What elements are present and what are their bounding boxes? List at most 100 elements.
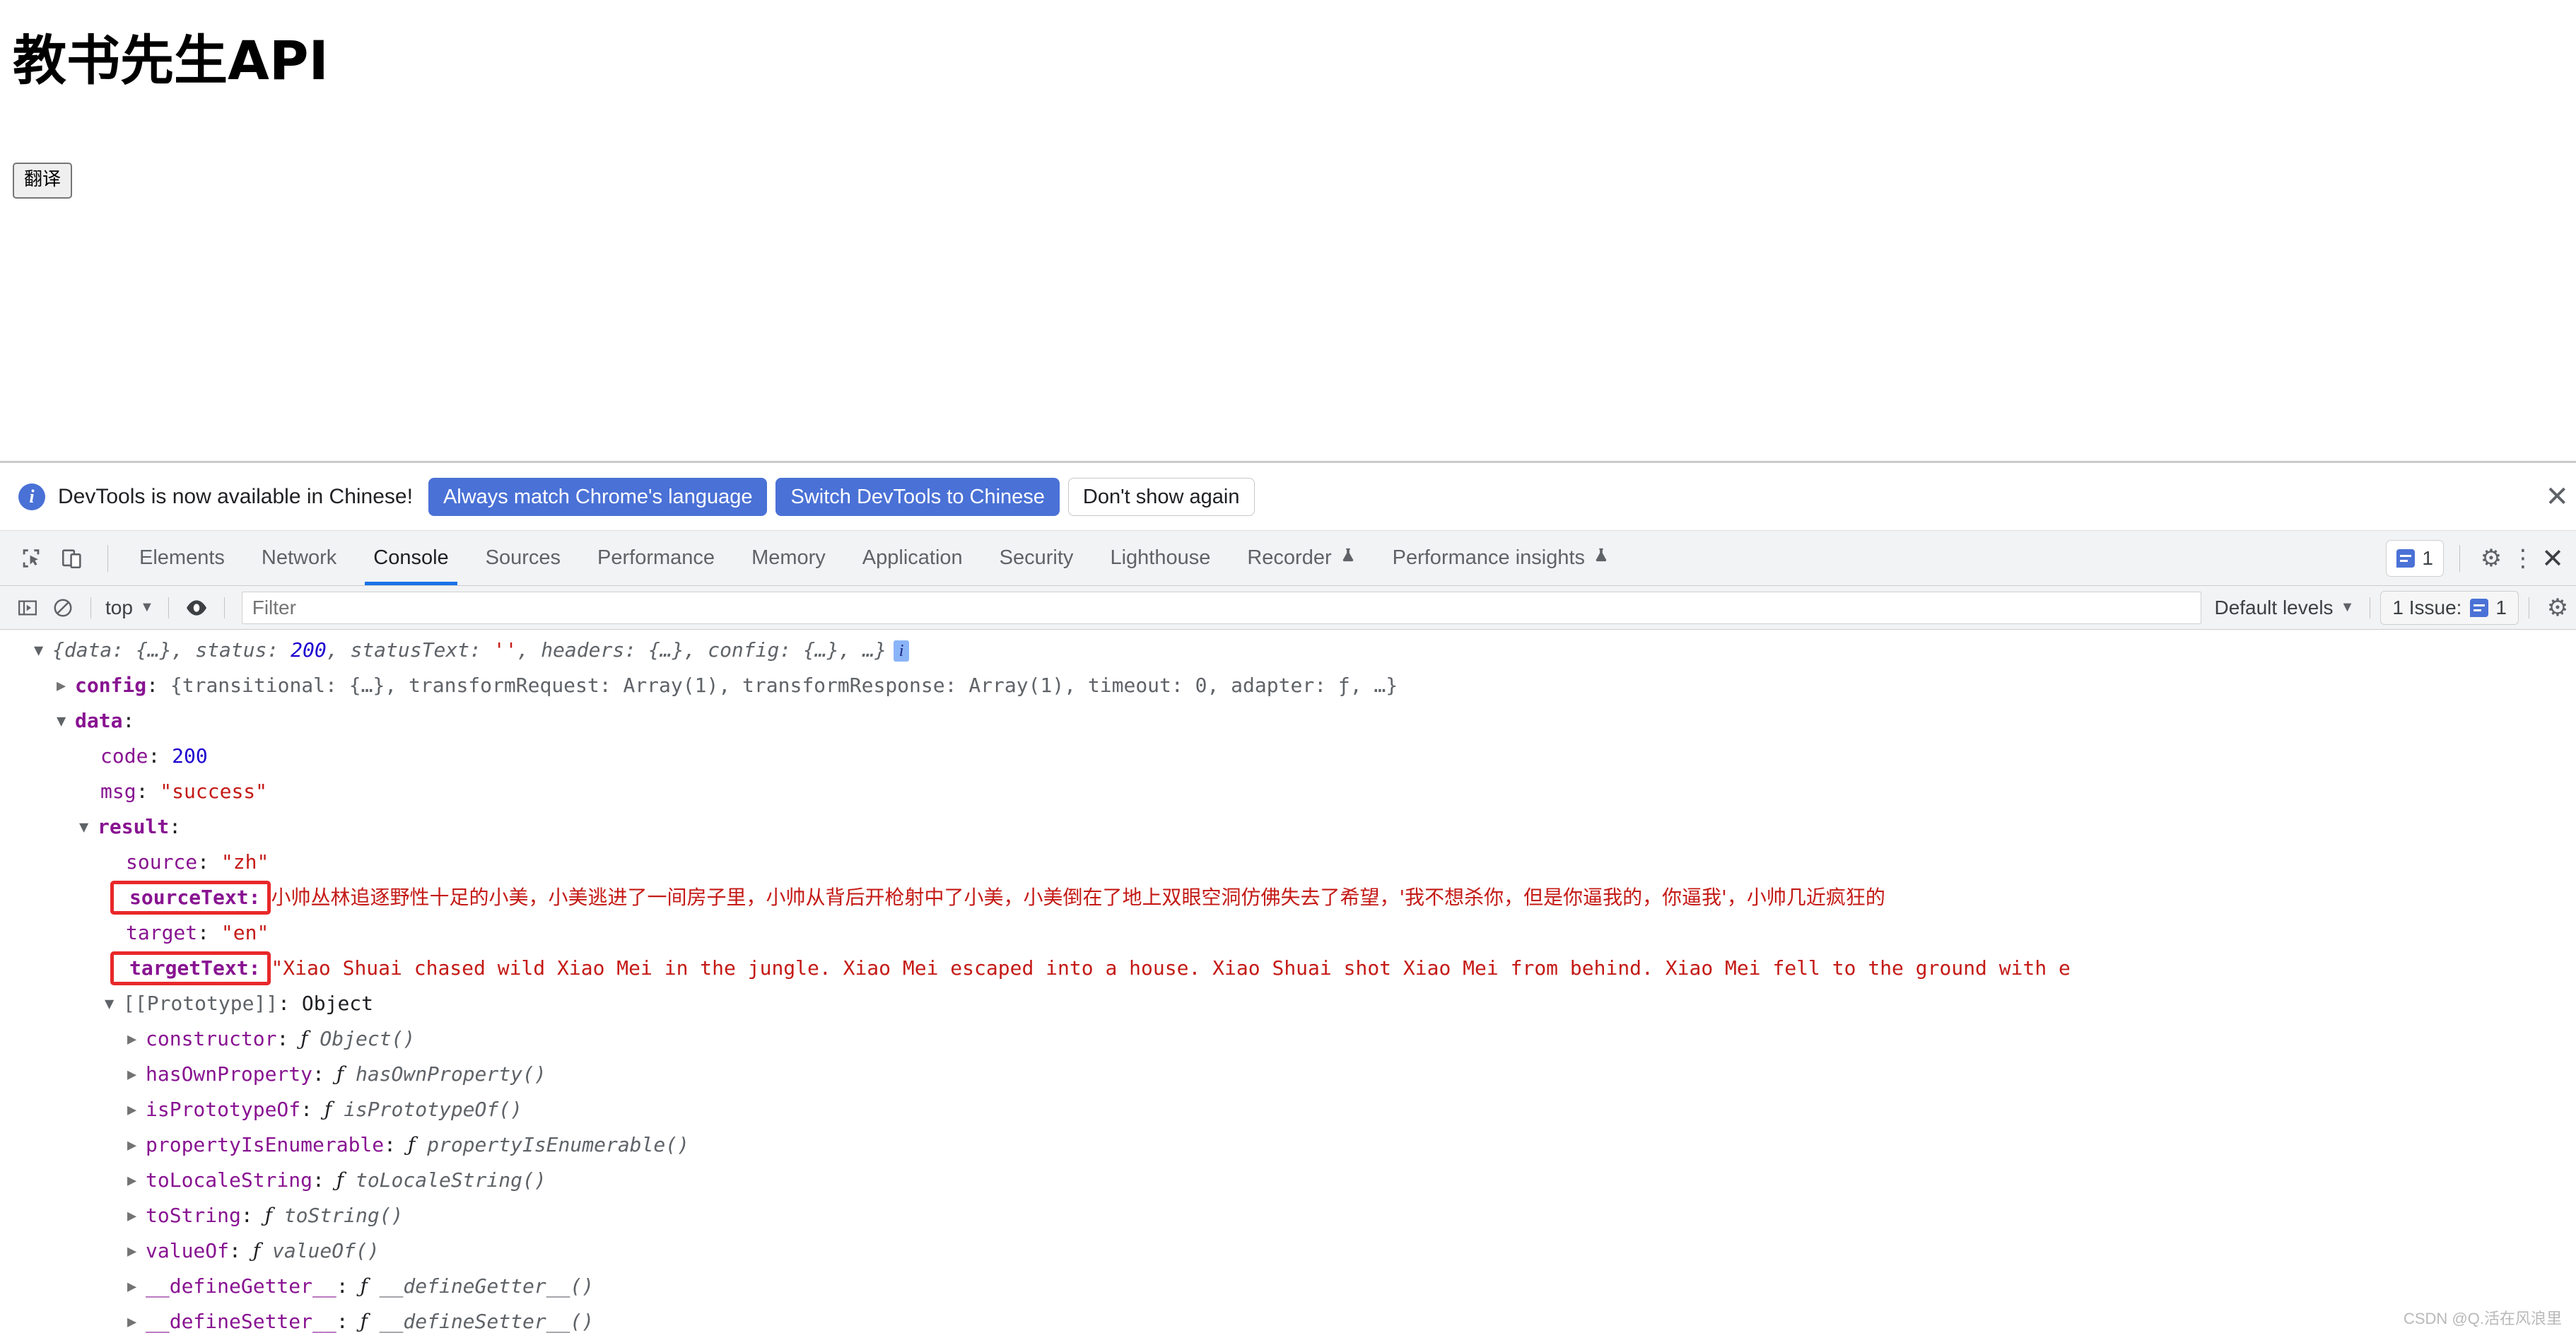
- dont-show-again-button[interactable]: Don't show again: [1067, 477, 1255, 516]
- log-row-targettext: targetText: "Xiao Shuai chased wild Xiao …: [0, 951, 2576, 986]
- console-log-output[interactable]: ▼ {data: {…}, status: 200, statusText: ''…: [0, 630, 2576, 1338]
- experiment-flask-icon: [1340, 531, 1356, 585]
- issues-summary-count: 1: [2495, 596, 2507, 618]
- log-row-msg: msg: "success": [100, 780, 268, 803]
- tab-recorder[interactable]: Recorder: [1229, 531, 1374, 585]
- tab-lighthouse[interactable]: Lighthouse: [1091, 531, 1229, 585]
- log-row-prototype-member[interactable]: ▶ propertyIsEnumerable: ƒ propertyIsEnume…: [0, 1127, 2576, 1163]
- expand-triangle-icon[interactable]: ▶: [127, 1234, 146, 1269]
- locale-notification-banner: i DevTools is now available in Chinese! …: [0, 463, 2576, 531]
- log-row-data[interactable]: ▼ data:: [0, 703, 2576, 739]
- expand-triangle-icon[interactable]: ▼: [57, 704, 75, 739]
- log-row-prototype-member[interactable]: ▶ isPrototypeOf: ƒ isPrototypeOf(): [0, 1092, 2576, 1127]
- kebab-menu-icon[interactable]: ⋮: [2510, 544, 2536, 573]
- prototype-member-signature: hasOwnProperty(): [355, 1062, 546, 1086]
- expand-triangle-icon[interactable]: ▶: [127, 1128, 146, 1163]
- targettext-annotation-box: targetText:: [110, 951, 271, 985]
- close-icon[interactable]: ✕: [2545, 483, 2569, 511]
- always-match-chrome-language-button[interactable]: Always match Chrome's language: [428, 477, 768, 516]
- prototype-member-signature: isPrototypeOf(): [344, 1098, 522, 1121]
- tabstrip-actions: 1 ⚙ ⋮ ✕: [2386, 539, 2576, 577]
- tab-elements[interactable]: Elements: [121, 531, 243, 585]
- tab-network[interactable]: Network: [243, 531, 355, 585]
- tab-console[interactable]: Console: [355, 531, 467, 585]
- log-row-prototype-member[interactable]: ▶ __defineSetter__: ƒ __defineSetter__(): [0, 1304, 2576, 1338]
- prototype-member-key: valueOf: [146, 1239, 230, 1262]
- sourcetext-value: 小帅丛林追逐野性十足的小美，小美逃进了一间房子里，小帅从背后开枪射中了小美，小美…: [271, 886, 1885, 909]
- switch-devtools-to-chinese-button[interactable]: Switch DevTools to Chinese: [775, 477, 1060, 516]
- log-row-prototype-member[interactable]: ▶ hasOwnProperty: ƒ hasOwnProperty(): [0, 1057, 2576, 1092]
- log-row-root[interactable]: ▼ {data: {…}, status: 200, statusText: ''…: [0, 633, 2576, 668]
- tab-application[interactable]: Application: [844, 531, 981, 585]
- translate-button[interactable]: 翻译: [13, 162, 73, 199]
- tab-sources[interactable]: Sources: [467, 531, 579, 585]
- function-marker: ƒ: [360, 1274, 368, 1298]
- tab-security[interactable]: Security: [981, 531, 1092, 585]
- inspect-element-icon[interactable]: [13, 540, 49, 577]
- devtools-panel: i DevTools is now available in Chinese! …: [0, 461, 2576, 1338]
- toolbar-divider: [90, 597, 91, 618]
- expand-triangle-icon[interactable]: ▶: [57, 669, 75, 704]
- prototype-member-key: __defineSetter__: [146, 1310, 336, 1333]
- prototype-member-signature: __defineGetter__(): [379, 1274, 595, 1298]
- clear-console-icon[interactable]: [45, 592, 81, 624]
- tab-performance[interactable]: Performance: [579, 531, 733, 585]
- expand-triangle-icon[interactable]: ▼: [105, 987, 123, 1022]
- function-marker: ƒ: [407, 1133, 416, 1156]
- expand-triangle-icon[interactable]: ▶: [127, 1093, 146, 1128]
- close-devtools-icon[interactable]: ✕: [2536, 543, 2569, 574]
- toolbar-divider: [223, 597, 225, 618]
- devtools-tabstrip: Elements Network Console Sources Perform…: [0, 531, 2576, 586]
- expand-triangle-icon[interactable]: ▼: [34, 633, 52, 669]
- search-input[interactable]: [241, 591, 2202, 624]
- expand-triangle-icon[interactable]: ▶: [127, 1269, 146, 1305]
- issue-bubble-icon: [2396, 548, 2416, 568]
- prototype-member-signature: toLocaleString(): [355, 1168, 546, 1192]
- toolbar-divider: [107, 544, 108, 572]
- expand-triangle-icon[interactable]: ▶: [127, 1163, 146, 1199]
- console-sidebar-toggle-icon[interactable]: [10, 592, 45, 624]
- device-toolbar-icon[interactable]: [54, 540, 90, 577]
- log-row-sourcetext: sourceText: 小帅丛林追逐野性十足的小美，小美逃进了一间房子里，小帅从背…: [0, 880, 2576, 915]
- execution-context-selector[interactable]: top ▼: [101, 597, 158, 619]
- prototype-member-signature: toString(): [283, 1204, 404, 1227]
- log-row-prototype[interactable]: ▼ [[Prototype]]: Object: [0, 986, 2576, 1021]
- log-row-prototype-member[interactable]: ▶ constructor: ƒ Object(): [0, 1021, 2576, 1057]
- log-row-prototype-member[interactable]: ▶ toString: ƒ toString(): [0, 1198, 2576, 1233]
- execution-context-label: top: [105, 596, 133, 618]
- toolbar-divider: [168, 597, 169, 618]
- log-row-prototype-member[interactable]: ▶ __defineGetter__: ƒ __defineGetter__(): [0, 1269, 2576, 1304]
- log-row-config[interactable]: ▶ config: {transitional: {…}, transformRe…: [0, 668, 2576, 703]
- expand-triangle-icon[interactable]: ▶: [127, 1305, 146, 1338]
- log-row-result[interactable]: ▼ result:: [0, 809, 2576, 845]
- gear-icon[interactable]: ⚙: [2473, 544, 2510, 573]
- prototype-member-signature: __defineSetter__(): [379, 1310, 595, 1333]
- watermark: CSDN @Q.活在风浪里: [2403, 1310, 2562, 1327]
- tab-memory[interactable]: Memory: [733, 531, 844, 585]
- function-marker: ƒ: [264, 1204, 272, 1227]
- log-row-prototype-member[interactable]: ▶ valueOf: ƒ valueOf(): [0, 1233, 2576, 1269]
- info-badge-icon[interactable]: i: [894, 640, 910, 662]
- tab-performance-insights[interactable]: Performance insights: [1374, 531, 1627, 585]
- banner-message: DevTools is now available in Chinese!: [58, 484, 413, 508]
- toolbar-divider: [2459, 544, 2460, 572]
- log-row-source: source: "zh": [126, 850, 269, 874]
- expand-triangle-icon[interactable]: ▶: [127, 1199, 146, 1234]
- function-marker: ƒ: [336, 1062, 344, 1086]
- expand-triangle-icon[interactable]: ▶: [127, 1057, 146, 1093]
- log-row-prototype-member[interactable]: ▶ toLocaleString: ƒ toLocaleString(): [0, 1163, 2576, 1198]
- log-row-target: target: "en": [126, 921, 269, 944]
- console-settings-gear-icon[interactable]: ⚙: [2539, 594, 2576, 622]
- issues-badge-button[interactable]: 1: [2386, 539, 2444, 577]
- prototype-member-key: __defineGetter__: [146, 1274, 336, 1298]
- live-expression-eye-icon[interactable]: [179, 592, 214, 624]
- expand-triangle-icon[interactable]: ▶: [127, 1022, 146, 1057]
- issues-summary-button[interactable]: 1 Issue: 1: [2380, 590, 2519, 625]
- log-row-code: code: 200: [100, 744, 208, 768]
- function-marker: ƒ: [300, 1027, 308, 1050]
- info-icon: i: [18, 483, 45, 510]
- issues-summary-label: 1 Issue:: [2392, 596, 2462, 618]
- log-levels-selector[interactable]: Default levels ▼: [2208, 597, 2360, 619]
- expand-triangle-icon[interactable]: ▼: [79, 810, 98, 845]
- chevron-down-icon: ▼: [2340, 599, 2355, 615]
